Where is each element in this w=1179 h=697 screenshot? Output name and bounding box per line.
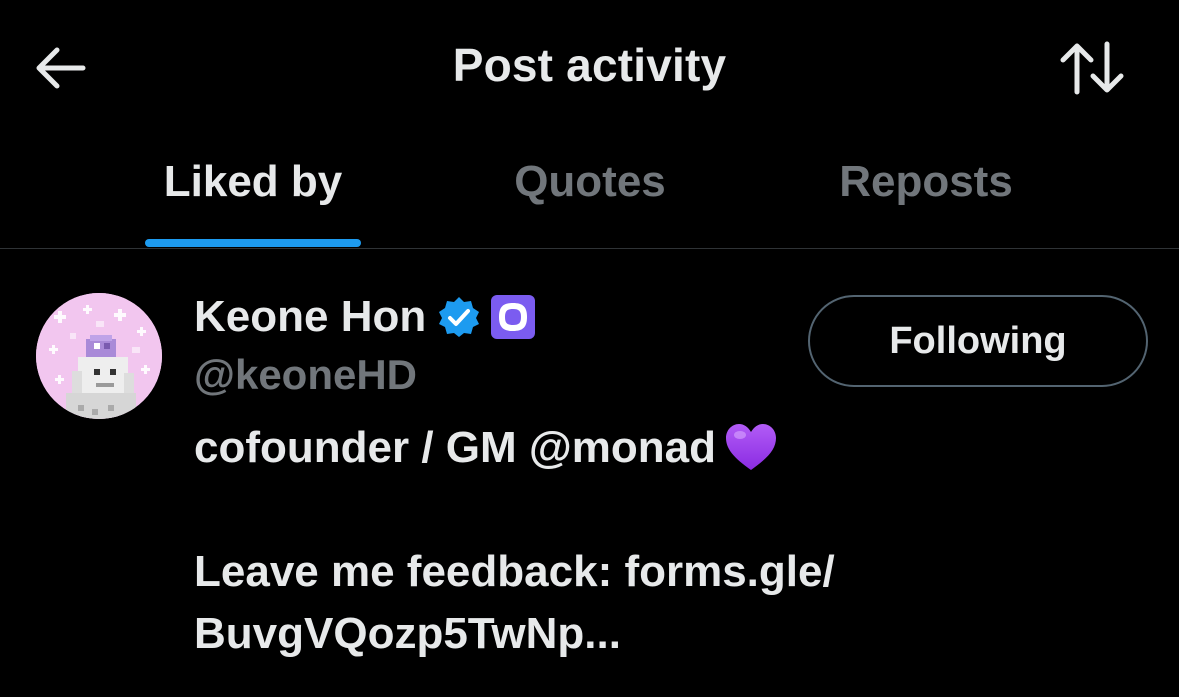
sort-button[interactable] (1050, 30, 1134, 106)
tab-label: Liked by (163, 157, 343, 206)
following-button[interactable]: Following (808, 295, 1148, 387)
tab-reposts[interactable]: Reposts (806, 135, 1046, 248)
tab-label: Quotes (514, 157, 666, 206)
page-title: Post activity (452, 39, 727, 91)
user-bio: cofounder / GM @monad Leave me feedback:… (194, 417, 1134, 665)
avatar-image (36, 293, 162, 419)
bio-link[interactable]: BuvgVQozp5TwNp... (194, 603, 1134, 665)
tab-bar: Liked by Quotes Reposts (0, 135, 1179, 249)
bio-spacer (194, 479, 1134, 541)
bio-text: cofounder / GM @monad (194, 423, 717, 472)
tab-liked-by[interactable]: Liked by (145, 135, 361, 248)
back-button[interactable] (22, 30, 98, 106)
sort-arrows-icon (1060, 41, 1124, 95)
display-name[interactable]: Keone Hon (194, 292, 426, 342)
user-list-item[interactable]: Keone Hon @keoneHD Following cofounder /… (0, 249, 1179, 697)
affiliate-badge-icon[interactable] (490, 294, 536, 340)
bio-line: Leave me feedback: forms.gle/ (194, 547, 835, 596)
following-button-label: Following (889, 319, 1067, 362)
active-tab-indicator (145, 239, 361, 247)
bio-line: cofounder / GM @monad (194, 417, 1134, 479)
top-bar: Post activity (0, 0, 1179, 135)
verified-badge-icon[interactable] (438, 296, 480, 338)
avatar[interactable] (36, 293, 162, 419)
tab-quotes[interactable]: Quotes (470, 135, 710, 248)
arrow-left-icon (36, 47, 86, 89)
user-handle: @keoneHD (194, 351, 418, 398)
name-line: Keone Hon (194, 289, 536, 345)
tab-label: Reposts (839, 157, 1013, 206)
purple-heart-icon (726, 424, 777, 471)
